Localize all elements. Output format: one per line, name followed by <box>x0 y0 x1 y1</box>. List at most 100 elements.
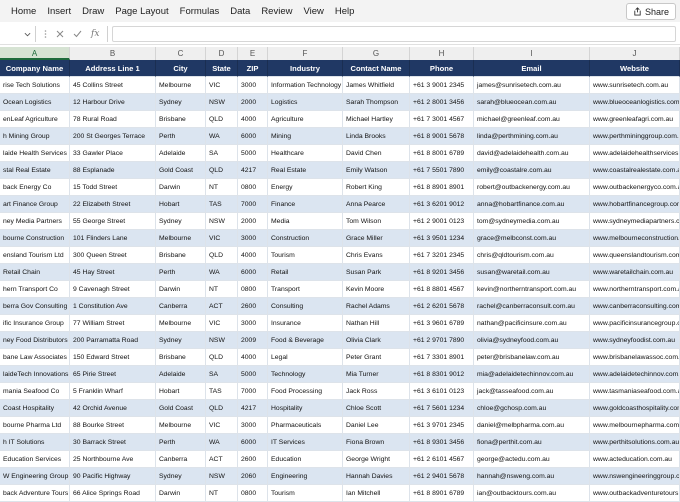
table-cell[interactable]: Ian Mitchell <box>343 485 410 502</box>
table-cell[interactable]: www.blueoceanlogistics.com.au <box>590 94 680 111</box>
table-cell[interactable]: Brisbane <box>156 247 206 264</box>
table-cell[interactable]: Melbourne <box>156 77 206 94</box>
table-cell[interactable]: www.sunrisetech.com.au <box>590 77 680 94</box>
table-cell[interactable]: h Mining Group <box>0 128 70 145</box>
table-cell[interactable]: chris@qldtourism.com.au <box>474 247 590 264</box>
table-cell[interactable]: Hospitality <box>268 400 343 417</box>
column-header-h[interactable]: H <box>410 47 474 60</box>
table-cell[interactable]: Emily Watson <box>343 162 410 179</box>
column-header-j[interactable]: J <box>590 47 680 60</box>
table-cell[interactable]: 5000 <box>238 145 268 162</box>
table-cell[interactable]: TAS <box>206 196 238 213</box>
table-cell[interactable]: www.sydneymediapartners.com.au <box>590 213 680 230</box>
table-cell[interactable]: Information Technology <box>268 77 343 94</box>
table-cell[interactable]: ACT <box>206 451 238 468</box>
table-cell[interactable]: Engineering <box>268 468 343 485</box>
table-cell[interactable]: 6000 <box>238 128 268 145</box>
table-cell[interactable]: hern Transport Co <box>0 281 70 298</box>
table-cell[interactable]: ensland Tourism Ltd <box>0 247 70 264</box>
header-cell[interactable]: Address Line 1 <box>70 60 156 77</box>
table-cell[interactable]: 42 Orchid Avenue <box>70 400 156 417</box>
table-cell[interactable]: 2600 <box>238 298 268 315</box>
table-cell[interactable]: +61 7 5601 1234 <box>410 400 474 417</box>
header-cell[interactable]: Website <box>590 60 680 77</box>
table-cell[interactable]: +61 2 6201 5678 <box>410 298 474 315</box>
table-cell[interactable]: linda@perthmining.com.au <box>474 128 590 145</box>
table-cell[interactable]: +61 2 8001 3456 <box>410 94 474 111</box>
table-cell[interactable]: Media <box>268 213 343 230</box>
table-cell[interactable]: robert@outbackenergy.com.au <box>474 179 590 196</box>
table-cell[interactable]: Finance <box>268 196 343 213</box>
menu-draw[interactable]: Draw <box>82 6 104 17</box>
table-cell[interactable]: Sydney <box>156 213 206 230</box>
table-cell[interactable]: rise Tech Solutions <box>0 77 70 94</box>
table-cell[interactable]: Hobart <box>156 383 206 400</box>
table-cell[interactable]: olivia@sydneyfood.com.au <box>474 332 590 349</box>
table-cell[interactable]: NT <box>206 281 238 298</box>
header-cell[interactable]: Contact Name <box>343 60 410 77</box>
column-header-e[interactable]: E <box>238 47 268 60</box>
table-cell[interactable]: ney Food Distributors <box>0 332 70 349</box>
table-cell[interactable]: www.coastalrealestate.com.au <box>590 162 680 179</box>
table-cell[interactable]: +61 2 9001 0123 <box>410 213 474 230</box>
table-cell[interactable]: Canberra <box>156 451 206 468</box>
table-cell[interactable]: mia@adelaidetechinnov.com.au <box>474 366 590 383</box>
menu-page-layout[interactable]: Page Layout <box>115 6 168 17</box>
table-cell[interactable]: 45 Hay Street <box>70 264 156 281</box>
table-cell[interactable]: WA <box>206 264 238 281</box>
table-cell[interactable]: www.canberraconsulting.com.au <box>590 298 680 315</box>
table-cell[interactable]: 300 Queen Street <box>70 247 156 264</box>
table-cell[interactable]: +61 3 9001 2345 <box>410 77 474 94</box>
table-cell[interactable]: 77 William Street <box>70 315 156 332</box>
table-cell[interactable]: VIC <box>206 417 238 434</box>
table-cell[interactable]: bane Law Associates <box>0 349 70 366</box>
formula-input[interactable] <box>112 26 676 42</box>
table-cell[interactable]: +61 2 9701 7890 <box>410 332 474 349</box>
table-cell[interactable]: Tom Wilson <box>343 213 410 230</box>
header-cell[interactable]: ZIP <box>238 60 268 77</box>
table-cell[interactable]: www.perthitsolutions.com.au <box>590 434 680 451</box>
table-cell[interactable]: emily@coastalre.com.au <box>474 162 590 179</box>
table-cell[interactable]: 6000 <box>238 434 268 451</box>
table-cell[interactable]: Darwin <box>156 485 206 502</box>
table-cell[interactable]: 65 Pirie Street <box>70 366 156 383</box>
table-cell[interactable]: Chloe Scott <box>343 400 410 417</box>
table-cell[interactable]: Sydney <box>156 468 206 485</box>
enter-check-icon[interactable] <box>73 30 82 38</box>
table-cell[interactable]: Anna Pearce <box>343 196 410 213</box>
table-cell[interactable]: bourne Pharma Ltd <box>0 417 70 434</box>
table-cell[interactable]: www.outbackadventuretours.com.au <box>590 485 680 502</box>
table-cell[interactable]: Energy <box>268 179 343 196</box>
table-cell[interactable]: NT <box>206 179 238 196</box>
table-cell[interactable]: +61 8 8301 9012 <box>410 366 474 383</box>
table-cell[interactable]: 200 St Georges Terrace <box>70 128 156 145</box>
name-box[interactable] <box>0 26 36 42</box>
table-cell[interactable]: 3000 <box>238 315 268 332</box>
menu-view[interactable]: View <box>303 6 323 17</box>
table-cell[interactable]: h IT Solutions <box>0 434 70 451</box>
table-cell[interactable]: Consulting <box>268 298 343 315</box>
table-cell[interactable]: QLD <box>206 111 238 128</box>
table-cell[interactable]: Tourism <box>268 247 343 264</box>
table-cell[interactable]: kevin@northerntransport.com.au <box>474 281 590 298</box>
table-cell[interactable]: www.greenleafagri.com.au <box>590 111 680 128</box>
table-cell[interactable]: SA <box>206 366 238 383</box>
table-cell[interactable]: 0800 <box>238 281 268 298</box>
table-cell[interactable]: Canberra <box>156 298 206 315</box>
table-cell[interactable]: Melbourne <box>156 230 206 247</box>
table-cell[interactable]: Mining <box>268 128 343 145</box>
table-cell[interactable]: susan@waretail.com.au <box>474 264 590 281</box>
table-cell[interactable]: +61 8 9201 3456 <box>410 264 474 281</box>
table-cell[interactable]: anna@hobartfinance.com.au <box>474 196 590 213</box>
table-cell[interactable]: 22 Elizabeth Street <box>70 196 156 213</box>
table-cell[interactable]: hannah@nsweng.com.au <box>474 468 590 485</box>
table-cell[interactable]: 7000 <box>238 196 268 213</box>
column-header-b[interactable]: B <box>70 47 156 60</box>
table-cell[interactable]: www.melbournepharma.com.au <box>590 417 680 434</box>
table-cell[interactable]: 1 Constitution Ave <box>70 298 156 315</box>
table-cell[interactable]: 0800 <box>238 179 268 196</box>
column-header-g[interactable]: G <box>343 47 410 60</box>
table-cell[interactable]: www.nswengineeringgroup.com.au <box>590 468 680 485</box>
table-cell[interactable]: www.adelaidetechinnov.com.au <box>590 366 680 383</box>
table-cell[interactable]: www.waretailchain.com.au <box>590 264 680 281</box>
